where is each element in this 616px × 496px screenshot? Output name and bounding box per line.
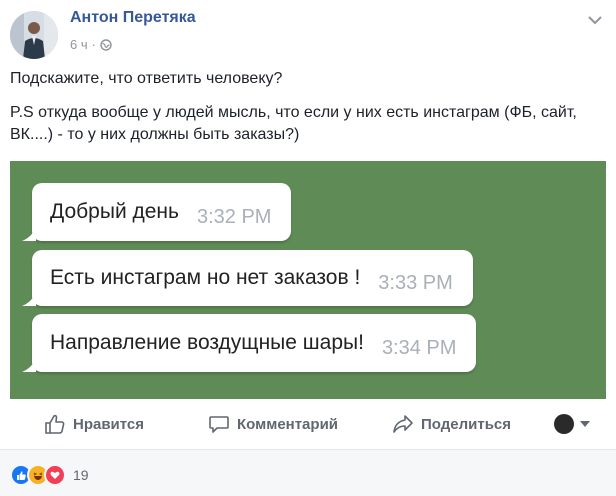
thumbs-up-icon bbox=[45, 414, 65, 434]
bubble-tail bbox=[22, 358, 36, 372]
comment-button[interactable]: Комментарий bbox=[208, 413, 338, 435]
reactions-count: 19 bbox=[73, 467, 89, 483]
chat-message-time: 3:32 PM bbox=[196, 205, 272, 228]
post-text-line2: P.S откуда вообще у людей мысль, что есл… bbox=[10, 104, 577, 143]
chat-message-text: Добрый день bbox=[50, 200, 179, 223]
share-arrow-icon bbox=[393, 415, 413, 433]
comment-icon bbox=[209, 416, 229, 433]
author-name[interactable]: Антон Перетяка bbox=[70, 9, 196, 27]
love-reaction-icon bbox=[44, 464, 66, 486]
avatar-photo bbox=[10, 11, 58, 59]
bubble-tail bbox=[22, 227, 36, 241]
facebook-post: Антон Перетяка 6 ч · Подскажите, что отв… bbox=[0, 0, 616, 496]
author-avatar[interactable] bbox=[10, 11, 58, 59]
chat-message-text: Направление воздущные шары! bbox=[50, 331, 364, 354]
post-actions-bar: Нравится Комментарий Поделиться bbox=[10, 404, 606, 444]
react-as-profile-selector[interactable] bbox=[554, 414, 590, 434]
profile-mini-avatar bbox=[554, 414, 574, 434]
meta-separator: · bbox=[91, 37, 96, 52]
post-options-chevron-icon[interactable] bbox=[588, 12, 602, 25]
comment-label: Комментарий bbox=[237, 415, 339, 433]
chat-message-time: 3:34 PM bbox=[381, 336, 457, 359]
post-meta: 6 ч · bbox=[70, 37, 112, 52]
post-text-line1: Подскажите, что ответить человеку? bbox=[10, 70, 283, 87]
post-time[interactable]: 6 ч bbox=[70, 37, 88, 52]
share-label: Поделиться bbox=[421, 415, 512, 433]
like-label: Нравится bbox=[73, 415, 145, 433]
bubble-tail bbox=[22, 292, 36, 306]
chevron-down-icon bbox=[580, 421, 590, 427]
share-button[interactable]: Поделиться bbox=[392, 413, 511, 435]
like-button[interactable]: Нравится bbox=[44, 413, 144, 435]
reactions-summary[interactable]: 19 bbox=[10, 464, 89, 486]
reactions-summary-bar: 19 bbox=[0, 449, 616, 496]
chat-screenshot-image[interactable]: Добрый день 3:32 PM Есть инстаграм но не… bbox=[10, 161, 606, 399]
chat-bubble: Направление воздущные шары! 3:34 PM bbox=[22, 314, 477, 372]
chat-message-text: Есть инстаграм но нет заказов ! bbox=[50, 266, 361, 289]
chat-bubble: Есть инстаграм но нет заказов ! 3:33 PM bbox=[22, 250, 473, 306]
chat-message-time: 3:33 PM bbox=[378, 271, 453, 294]
globe-icon bbox=[100, 38, 112, 51]
chat-bubble: Добрый день 3:32 PM bbox=[22, 183, 292, 241]
